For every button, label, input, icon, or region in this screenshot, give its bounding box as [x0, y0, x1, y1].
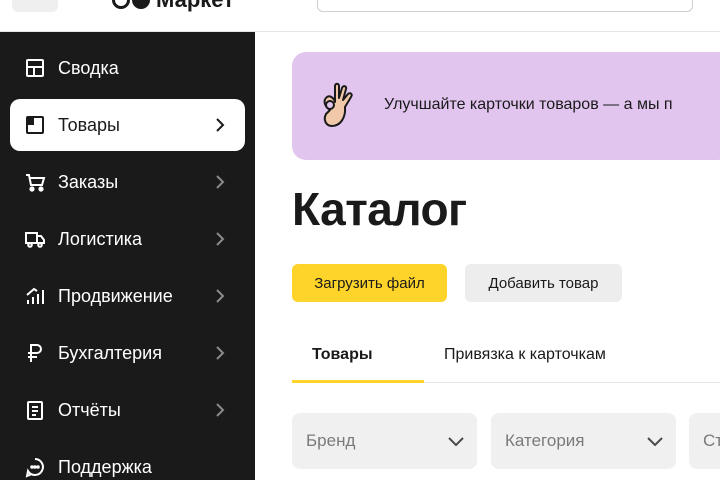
sidebar-item-label: Отчёты [58, 399, 121, 420]
sidebar-item-label: Бухгалтерия [58, 342, 162, 363]
third-select[interactable]: Ст [689, 413, 720, 469]
sidebar-item-label: Логистика [58, 228, 143, 249]
top-bar: Маркет [0, 0, 720, 32]
ok-hand-icon [323, 82, 353, 127]
promo-banner[interactable]: Улучшайте карточки товаров — а мы п [292, 52, 720, 160]
chevron-right-icon [209, 342, 231, 364]
add-product-button[interactable]: Добавить товар [465, 264, 622, 302]
brand-select[interactable]: Бренд [292, 413, 477, 469]
upload-file-button[interactable]: Загрузить файл [292, 264, 447, 302]
logo-circle-icon [112, 0, 130, 9]
tab-goods[interactable]: Товары [312, 346, 373, 384]
report-icon [24, 399, 46, 421]
sidebar-item-dashboard[interactable]: Сводка [10, 42, 245, 94]
sidebar-item-label: Поддержка [58, 456, 152, 477]
dashboard-icon [24, 57, 46, 79]
ruble-icon [24, 342, 46, 364]
sidebar-item-promotion[interactable]: Продвижение [10, 270, 245, 322]
menu-button[interactable] [12, 0, 58, 12]
active-tab-indicator [292, 380, 424, 383]
sidebar-item-goods[interactable]: Товары [10, 99, 245, 151]
goods-icon [24, 114, 46, 136]
chevron-down-icon [448, 437, 464, 447]
chevron-right-icon [209, 171, 231, 193]
logo-text: Маркет [156, 0, 234, 12]
sidebar-item-label: Сводка [58, 57, 119, 78]
tab-card-binding[interactable]: Привязка к карточкам [444, 346, 606, 384]
logo-dot-icon [132, 0, 150, 9]
sidebar: Сводка Товары Заказы Логистика Продвижен… [0, 32, 255, 480]
sidebar-item-support[interactable]: Поддержка [10, 441, 245, 493]
promotion-icon [24, 285, 46, 307]
category-select-placeholder: Категория [505, 431, 585, 450]
chevron-right-icon [209, 114, 231, 136]
chevron-right-icon [209, 399, 231, 421]
sidebar-item-logistics[interactable]: Логистика [10, 213, 245, 265]
truck-icon [24, 228, 46, 250]
logo[interactable]: Маркет [112, 0, 234, 12]
chat-icon [24, 456, 46, 478]
category-select[interactable]: Категория [491, 413, 676, 469]
chevron-right-icon [209, 285, 231, 307]
brand-select-placeholder: Бренд [306, 431, 356, 450]
chevron-right-icon [209, 228, 231, 250]
third-select-placeholder: Ст [703, 431, 720, 450]
sidebar-item-accounting[interactable]: Бухгалтерия [10, 327, 245, 379]
sidebar-item-label: Заказы [58, 171, 119, 192]
page-title: Каталог [292, 183, 467, 235]
banner-text: Улучшайте карточки товаров — а мы п [384, 96, 673, 113]
sidebar-item-label: Товары [58, 114, 120, 135]
sidebar-item-orders[interactable]: Заказы [10, 156, 245, 208]
sidebar-item-reports[interactable]: Отчёты [10, 384, 245, 436]
sidebar-item-label: Продвижение [58, 285, 173, 306]
search-input[interactable] [317, 0, 693, 12]
chevron-down-icon [647, 437, 663, 447]
cart-icon [24, 171, 46, 193]
